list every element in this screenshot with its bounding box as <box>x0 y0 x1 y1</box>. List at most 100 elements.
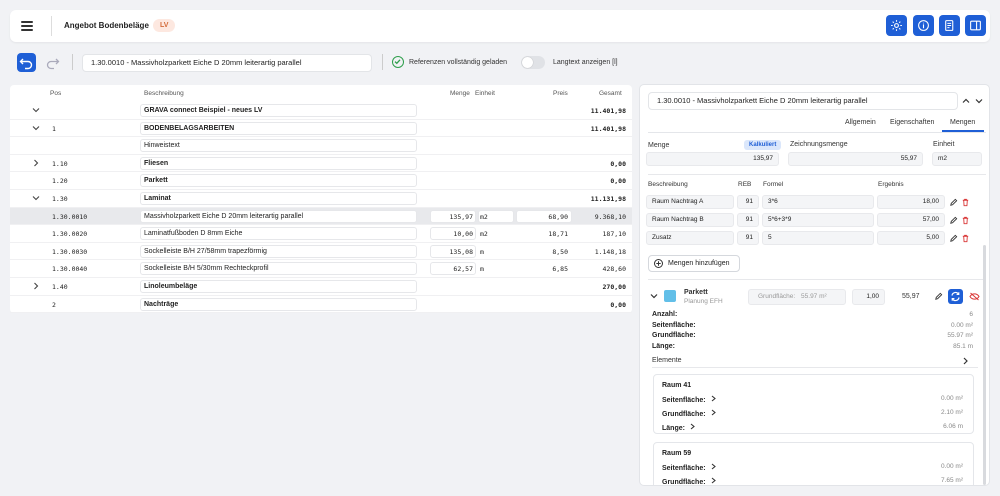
room-stat-label-text: Seitenfläche: <box>662 465 706 472</box>
undo-button[interactable] <box>17 53 36 72</box>
chevron-up-icon[interactable] <box>962 97 970 107</box>
row-pos: 1.30.0030 <box>52 247 88 256</box>
calc-ergebnis-field[interactable]: 57,00 <box>877 213 945 227</box>
room-stat-label-text: Länge: <box>662 425 685 432</box>
info-icon[interactable] <box>913 15 934 36</box>
tab-eigenschaften[interactable]: Eigenschaften <box>890 119 934 126</box>
pencil-icon[interactable] <box>949 216 958 225</box>
calc-formel-field[interactable]: 3*6 <box>762 195 874 209</box>
sync-icon[interactable] <box>948 289 963 304</box>
gear-icon[interactable] <box>886 15 907 36</box>
desc-cell-box[interactable] <box>140 139 417 153</box>
desc-cell-box[interactable] <box>140 156 417 170</box>
hamburger-menu-icon[interactable] <box>20 19 34 33</box>
row-qty: 135,97 <box>449 212 473 221</box>
row-total: 9.368,10 <box>594 212 626 221</box>
room-stat-label[interactable]: Seitenfläche: <box>662 395 717 404</box>
chevron-down-icon[interactable] <box>975 97 983 107</box>
table-row[interactable]: 1 BODENBELAGSARBEITEN 11.401,98 <box>10 120 632 138</box>
table-row[interactable]: 1.30.0030 Sockelleiste B/H 27/58mm trapez… <box>10 243 632 261</box>
table-row[interactable]: 1.20 Parkett 0,00 <box>10 172 632 190</box>
row-total: 11.131,98 <box>590 195 626 203</box>
pencil-icon[interactable] <box>949 198 958 207</box>
chevron-right-icon[interactable] <box>962 357 969 367</box>
trash-icon[interactable] <box>961 234 970 243</box>
room-stat-label[interactable]: Grundfläche: <box>662 409 717 418</box>
room-name: Raum 41 <box>662 382 692 389</box>
row-unit: m2 <box>480 230 488 239</box>
sidebar-toggle-icon[interactable] <box>965 15 986 36</box>
menge-field[interactable]: 135,97 <box>646 152 779 166</box>
trash-icon[interactable] <box>961 198 970 207</box>
col-header-total: Gesamt <box>599 90 622 97</box>
trash-icon[interactable] <box>961 216 970 225</box>
col-header-unit: Einheit <box>475 90 495 97</box>
einheit-field[interactable]: m2 <box>932 152 982 166</box>
position-search-input[interactable]: 1.30.0010 - Massivholzparkett Eiche D 20… <box>82 54 372 72</box>
calc-desc-field[interactable]: Zusatz <box>646 231 734 245</box>
scrollbar[interactable] <box>983 245 986 485</box>
add-mengen-button[interactable]: Mengen hinzufügen <box>648 255 740 272</box>
room-stat-label[interactable]: Seitenfläche: <box>662 463 717 472</box>
table-row[interactable]: Hinweistext <box>10 137 632 155</box>
calc-reb-field[interactable]: 91 <box>737 213 759 227</box>
table-row[interactable]: GRAVA connect Beispiel - neues LV 11.401,… <box>10 102 632 120</box>
room-stat-label-text: Seitenfläche: <box>662 397 706 404</box>
chevron-right-icon <box>690 423 695 430</box>
pencil-icon[interactable] <box>949 234 958 243</box>
calc-desc-field[interactable]: Raum Nachtrag A <box>646 195 734 209</box>
room-stat-label[interactable]: Länge: <box>662 423 696 432</box>
factor-field[interactable]: 1,00 <box>852 289 885 305</box>
calc-reb-field[interactable]: 91 <box>737 231 759 245</box>
calc-formel-field[interactable]: 5*6+3*9 <box>762 213 874 227</box>
table-row[interactable]: 1.40 Linoleumbeläge 270,00 <box>10 278 632 296</box>
room-card[interactable]: Raum 41 Seitenfläche: 0.00 m² Grundfläche: 2… <box>653 374 974 434</box>
stat-label: Anzahl: <box>652 311 678 318</box>
grundflaeche-field[interactable]: Grundfläche: 55.97 m² <box>748 289 846 305</box>
calc-formel-field[interactable]: 5 <box>762 231 874 245</box>
color-swatch <box>664 290 676 302</box>
panel-position-title[interactable]: 1.30.0010 - Massivholzparkett Eiche D 20… <box>648 92 958 110</box>
chevron-down-icon[interactable] <box>32 106 40 114</box>
room-stat-label[interactable]: Grundfläche: <box>662 477 717 485</box>
table-row[interactable]: 1.10 Fliesen 0,00 <box>10 155 632 173</box>
table-row[interactable]: 1.30.0040 Sockelleiste B/H 5/30mm Rechtec… <box>10 260 632 278</box>
calc-reb-field[interactable]: 91 <box>737 195 759 209</box>
unlink-icon[interactable] <box>969 292 980 301</box>
chevron-down-icon[interactable] <box>650 292 658 302</box>
row-desc: Sockelleiste B/H 5/30mm Rechteckprofil <box>144 265 269 273</box>
calc-ergebnis-field[interactable]: 5,00 <box>877 231 945 245</box>
chevron-down-icon[interactable] <box>32 124 40 132</box>
table-row[interactable]: 1.30.0010 Massivholzparkett Eiche D 20mm … <box>10 207 632 226</box>
chevron-right-icon[interactable] <box>32 282 40 290</box>
einheit-label: Einheit <box>933 141 955 148</box>
row-total: 428,60 <box>602 265 626 274</box>
tab-mengen[interactable]: Mengen <box>950 119 975 126</box>
lv-badge: LV <box>153 19 176 32</box>
table-row[interactable]: 2 Nachträge 0,00 <box>10 296 632 314</box>
section-divider <box>652 367 978 368</box>
tab-allgemein[interactable]: Allgemein <box>845 119 876 126</box>
col-header-qty: Menge <box>450 90 470 97</box>
zeichnungsmenge-field[interactable]: 55,97 <box>788 152 923 166</box>
calc-ergebnis-field[interactable]: 18,00 <box>877 195 945 209</box>
row-total: 11.401,98 <box>590 107 626 115</box>
table-row[interactable]: 1.30 Laminat 11.131,98 <box>10 190 632 208</box>
longtext-toggle[interactable] <box>521 56 545 69</box>
chevron-right-icon[interactable] <box>32 159 40 167</box>
chevron-down-icon[interactable] <box>32 194 40 202</box>
room-card[interactable]: Raum 59 Seitenfläche: 0.00 m² Grundfläche: 7… <box>653 442 974 485</box>
longtext-label: Langtext anzeigen [l] <box>553 59 618 66</box>
document-edit-icon[interactable] <box>939 15 960 36</box>
desc-cell-box[interactable] <box>140 297 417 311</box>
desc-cell-box[interactable] <box>140 192 417 205</box>
toolbar: 1.30.0010 - Massivholzparkett Eiche D 20… <box>10 52 630 74</box>
calc-desc-field[interactable]: Raum Nachtrag B <box>646 213 734 227</box>
pencil-icon[interactable] <box>934 292 943 301</box>
redo-button[interactable] <box>43 53 62 72</box>
stat-value: 6 <box>969 311 973 318</box>
table-row[interactable]: 1.30.0020 Laminatfußboden D 8mm Eiche 10,0… <box>10 225 632 243</box>
row-unit: m2 <box>480 212 488 221</box>
kalkuliert-badge: Kalkuliert <box>744 140 782 150</box>
desc-cell-box[interactable] <box>140 174 417 188</box>
